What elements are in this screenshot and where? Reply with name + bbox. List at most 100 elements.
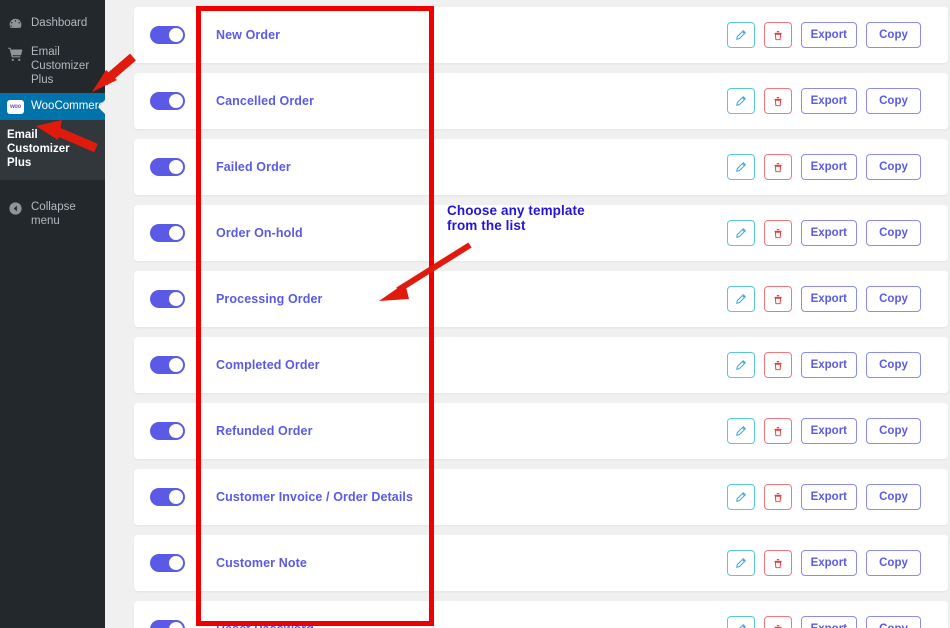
trash-icon	[774, 558, 782, 568]
delete-button[interactable]	[763, 550, 792, 576]
delete-button[interactable]	[763, 22, 792, 48]
export-button[interactable]: Export	[800, 220, 857, 246]
pencil-icon	[736, 29, 747, 40]
export-button[interactable]: Export	[800, 286, 857, 312]
trash-icon	[774, 162, 782, 172]
pencil-icon	[738, 623, 747, 628]
edit-button[interactable]	[726, 286, 755, 312]
delete-button[interactable]	[763, 616, 792, 628]
submenu-item-email-customizer-plus[interactable]: Email Customizer Plus	[7, 128, 97, 170]
table-row: Failed Order Export Copy	[134, 139, 948, 195]
trash-icon	[774, 624, 782, 628]
export-button[interactable]: Export	[800, 616, 857, 628]
template-name: Reset Password	[214, 622, 727, 628]
sidebar-item-woocommerce[interactable]: woo WooCommerce	[0, 93, 111, 120]
export-button[interactable]: Export	[800, 22, 857, 48]
template-name: Processing Order	[216, 292, 323, 306]
export-button[interactable]: Export	[800, 352, 857, 378]
pencil-icon	[736, 293, 747, 304]
delete-button[interactable]	[763, 418, 792, 444]
edit-button[interactable]	[726, 550, 755, 576]
enable-toggle[interactable]	[150, 92, 185, 110]
enable-toggle[interactable]	[150, 422, 185, 440]
admin-sidebar: Dashboard Email Customizer Plus woo WooC…	[0, 0, 111, 628]
edit-button[interactable]	[726, 418, 755, 444]
template-name: Customer Note	[216, 556, 307, 570]
template-name: Failed Order	[216, 160, 291, 174]
enable-toggle[interactable]	[150, 224, 185, 242]
row-actions: Export Copy	[726, 418, 948, 444]
template-name: Customer Invoice / Order Details	[216, 490, 414, 504]
trash-icon	[774, 30, 782, 40]
toggle-knob	[169, 424, 183, 438]
copy-button[interactable]: Copy	[866, 484, 921, 510]
delete-button[interactable]	[763, 484, 792, 510]
copy-button[interactable]: Copy	[866, 286, 921, 312]
copy-button[interactable]: Copy	[866, 616, 921, 628]
copy-button[interactable]: Copy	[866, 220, 921, 246]
trash-icon	[774, 294, 782, 304]
enable-toggle[interactable]	[150, 158, 185, 176]
edit-button[interactable]	[726, 616, 755, 628]
sidebar-item-dashboard[interactable]: Dashboard	[0, 10, 105, 39]
table-row: Customer Note Export Copy	[134, 535, 948, 591]
export-button[interactable]: Export	[800, 550, 857, 576]
row-toggle-cell	[134, 224, 214, 242]
copy-button[interactable]: Copy	[866, 352, 921, 378]
row-actions: Export Copy	[726, 352, 948, 378]
enable-toggle[interactable]	[150, 488, 185, 506]
edit-button[interactable]	[726, 220, 755, 246]
enable-toggle[interactable]	[150, 356, 185, 374]
collapse-menu-button[interactable]: Collapse menu	[0, 194, 105, 234]
row-actions: Export Copy	[726, 154, 948, 180]
row-actions: Export Copy	[726, 286, 948, 312]
row-actions: Export Copy	[726, 220, 948, 246]
enable-toggle[interactable]	[150, 26, 185, 44]
trash-icon	[774, 360, 782, 370]
row-actions: Export Copy	[726, 550, 948, 576]
export-button[interactable]: Export	[800, 484, 857, 510]
sidebar-item-email-customizer-plus[interactable]: Email Customizer Plus	[0, 39, 105, 93]
edit-button[interactable]	[726, 154, 755, 180]
delete-button[interactable]	[763, 154, 792, 180]
delete-button[interactable]	[763, 352, 792, 378]
copy-button[interactable]: Copy	[866, 154, 921, 180]
enable-toggle[interactable]	[150, 554, 185, 572]
edit-button[interactable]	[726, 88, 755, 114]
enable-toggle[interactable]	[150, 620, 185, 628]
edit-button[interactable]	[726, 22, 755, 48]
dashboard-gauge-icon	[7, 16, 24, 33]
pencil-icon	[736, 161, 747, 172]
copy-button[interactable]: Copy	[866, 88, 921, 114]
enable-toggle[interactable]	[150, 290, 185, 308]
table-row: Cancelled Order Export Copy	[134, 73, 948, 129]
copy-button[interactable]: Copy	[866, 22, 921, 48]
export-button[interactable]: Export	[800, 88, 857, 114]
table-row: Completed Order Export Copy	[134, 337, 948, 393]
cart-icon	[7, 45, 24, 62]
delete-button[interactable]	[763, 88, 792, 114]
template-name: Completed Order	[216, 358, 320, 372]
table-row: Customer Invoice / Order Details Export Co…	[134, 469, 948, 525]
export-button[interactable]: Export	[800, 154, 857, 180]
row-toggle-cell	[134, 158, 214, 176]
row-toggle-cell	[134, 488, 214, 506]
collapse-menu-wrap: Collapse menu	[0, 194, 105, 234]
delete-button[interactable]	[763, 220, 792, 246]
edit-button[interactable]	[726, 352, 755, 378]
table-row: Reset Password Export Copy	[134, 601, 948, 628]
export-button[interactable]: Export	[800, 418, 857, 444]
copy-button[interactable]: Copy	[866, 550, 921, 576]
row-toggle-cell	[134, 356, 214, 374]
row-actions: Export Copy	[726, 22, 948, 48]
main-content: New Order Export Copy Cancelled Order Export…	[105, 0, 950, 628]
pencil-icon	[736, 491, 747, 502]
toggle-knob	[169, 28, 183, 42]
row-toggle-cell	[134, 620, 214, 628]
collapse-left-arrow-icon	[7, 200, 24, 217]
edit-button[interactable]	[726, 484, 755, 510]
row-toggle-cell	[134, 554, 214, 572]
toggle-knob	[169, 226, 183, 240]
copy-button[interactable]: Copy	[866, 418, 921, 444]
delete-button[interactable]	[763, 286, 792, 312]
